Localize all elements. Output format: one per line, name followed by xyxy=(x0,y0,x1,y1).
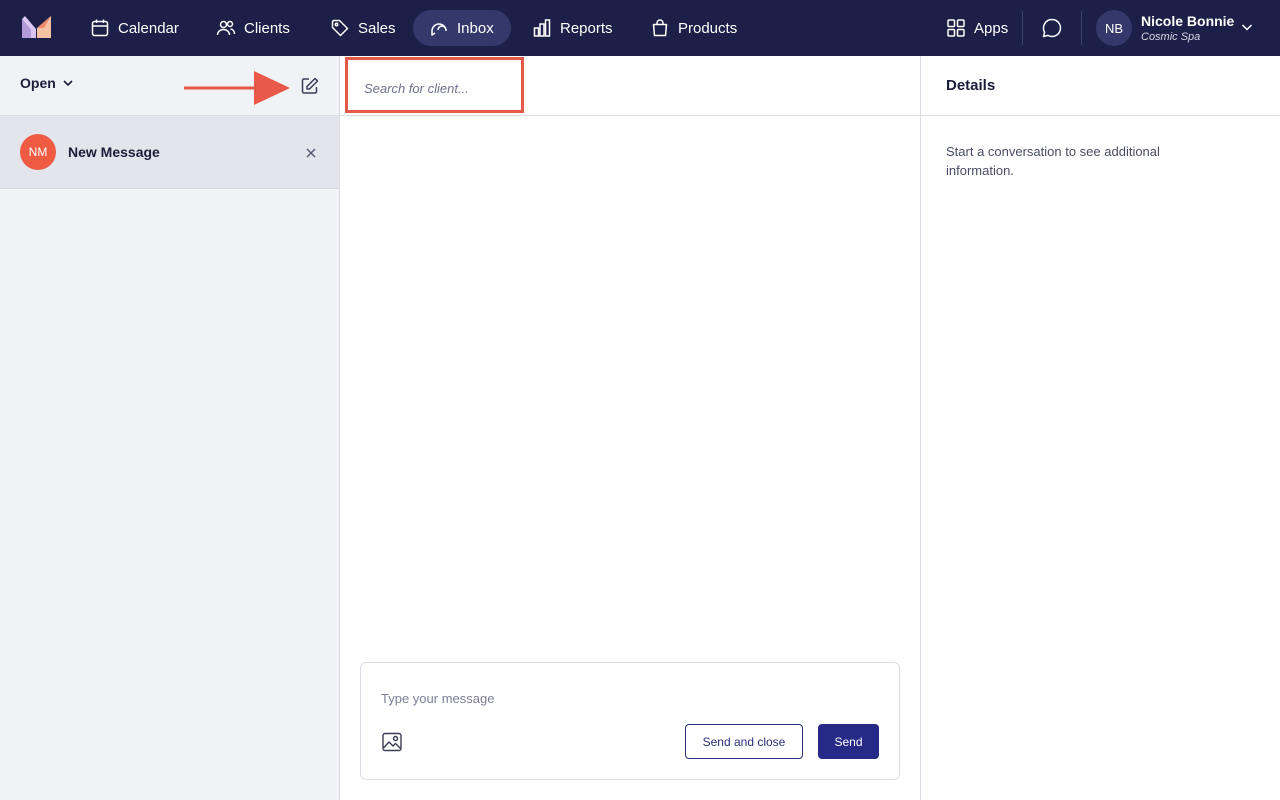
details-header: Details xyxy=(921,56,1280,116)
nav-calendar-label: Calendar xyxy=(118,19,179,37)
conversation-initials: NM xyxy=(28,145,48,159)
nav-divider xyxy=(1081,11,1082,45)
grid-icon xyxy=(947,19,965,37)
conversation-avatar: NM xyxy=(20,134,56,170)
nav-clients[interactable]: Clients xyxy=(200,10,306,46)
nav-inbox-label: Inbox xyxy=(457,19,494,37)
bar-chart-icon xyxy=(533,19,551,37)
details-panel: Details Start a conversation to see addi… xyxy=(920,56,1280,800)
message-header xyxy=(340,56,920,116)
message-panel: Send and close Send xyxy=(340,56,920,800)
calendar-icon xyxy=(91,19,109,37)
nav-products[interactable]: Products xyxy=(634,10,753,46)
close-conversation-button[interactable] xyxy=(305,146,317,158)
chevron-down-icon xyxy=(63,80,73,87)
message-input[interactable] xyxy=(381,687,861,709)
user-initials: NB xyxy=(1104,20,1124,36)
edit-pencil-icon xyxy=(301,77,319,94)
details-empty-message: Start a conversation to see additional i… xyxy=(946,144,1160,178)
nav-sales[interactable]: Sales xyxy=(314,10,412,46)
tag-icon xyxy=(331,19,349,37)
status-filter-label: Open xyxy=(20,75,56,91)
details-title: Details xyxy=(946,77,996,94)
nav-divider xyxy=(1022,11,1023,45)
brand-logo[interactable] xyxy=(22,16,51,38)
message-composer: Send and close Send xyxy=(360,662,900,780)
user-name[interactable]: Nicole Bonnie xyxy=(1141,13,1234,29)
apps-label: Apps xyxy=(974,19,1009,37)
status-filter-dropdown[interactable]: Open xyxy=(20,75,74,91)
send-button[interactable]: Send xyxy=(818,724,879,759)
user-menu-chevron[interactable] xyxy=(1240,20,1254,34)
nav-calendar[interactable]: Calendar xyxy=(74,10,195,46)
shopping-bag-icon xyxy=(652,19,668,37)
nav-products-label: Products xyxy=(678,19,738,37)
annotation-arrow xyxy=(184,71,290,105)
nav-inbox[interactable]: Inbox xyxy=(413,10,511,46)
nav-reports-label: Reports xyxy=(560,19,613,37)
client-search-input[interactable] xyxy=(364,76,514,100)
top-navigation-bar: Calendar Clients Sales Inbox Reports Pro… xyxy=(0,0,1280,56)
conversation-item[interactable]: NM New Message xyxy=(0,116,339,189)
apps-button[interactable]: Apps xyxy=(930,10,1024,46)
speech-bubble-icon xyxy=(1042,18,1062,38)
user-avatar[interactable]: NB xyxy=(1096,10,1132,46)
users-icon xyxy=(216,20,236,36)
nav-clients-label: Clients xyxy=(244,19,290,37)
inbox-chat-icon xyxy=(431,23,447,36)
conversation-title: New Message xyxy=(68,144,160,160)
chevron-down-icon xyxy=(1241,24,1253,31)
close-icon xyxy=(306,148,316,158)
nav-reports[interactable]: Reports xyxy=(516,10,629,46)
business-name: Cosmic Spa xyxy=(1141,31,1201,43)
send-and-close-button[interactable]: Send and close xyxy=(685,724,803,759)
image-icon xyxy=(382,732,402,752)
attach-image-button[interactable] xyxy=(381,731,403,753)
compose-new-message-button[interactable] xyxy=(300,76,320,96)
conversation-list-panel: Open NM New Message xyxy=(0,56,340,800)
client-search-highlight xyxy=(345,57,524,113)
chat-button[interactable] xyxy=(1040,16,1064,40)
nav-sales-label: Sales xyxy=(358,19,396,37)
conversation-list-header: Open xyxy=(0,56,339,116)
